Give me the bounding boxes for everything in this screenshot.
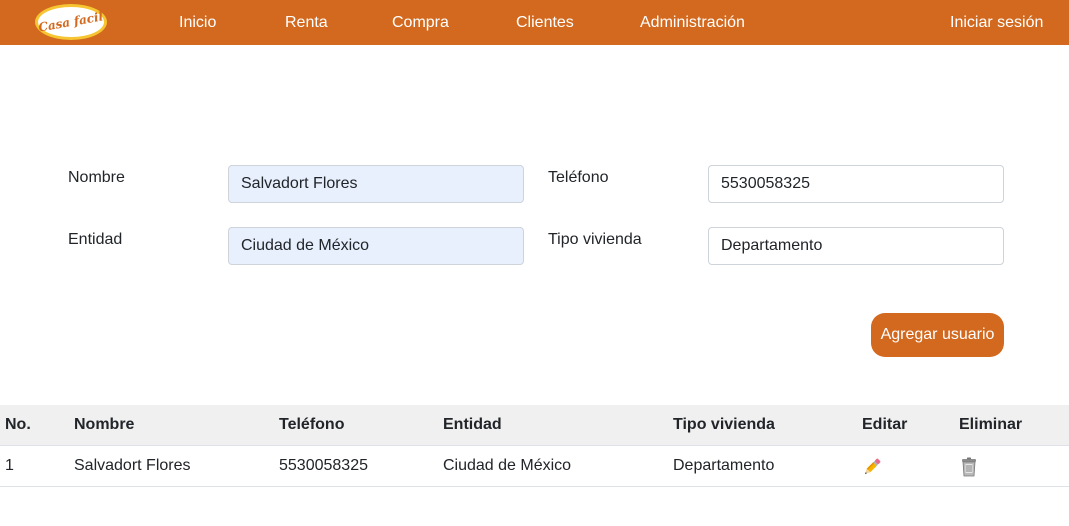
nav-link-renta[interactable]: Renta xyxy=(285,13,328,32)
table-header: No. Nombre Teléfono Entidad Tipo viviend… xyxy=(0,405,1069,446)
cell-nombre: Salvadort Flores xyxy=(74,457,191,474)
header-eliminar: Eliminar xyxy=(959,416,1023,433)
entidad-label: Entidad xyxy=(68,231,123,248)
tipo-vivienda-label: Tipo vivienda xyxy=(548,231,642,248)
navbar: Casa facil Inicio Renta Compra Clientes … xyxy=(0,0,1069,45)
telefono-label: Teléfono xyxy=(548,169,609,186)
cell-no: 1 xyxy=(5,457,14,474)
entidad-input[interactable] xyxy=(228,227,524,265)
nombre-input[interactable] xyxy=(228,165,524,203)
nav-link-clientes[interactable]: Clientes xyxy=(516,13,574,32)
pencil-icon[interactable] xyxy=(861,456,883,478)
cell-tipo-vivienda: Departamento xyxy=(673,457,775,474)
table-row: 1 Salvadort Flores 5530058325 Ciudad de … xyxy=(0,446,1069,487)
cell-telefono: 5530058325 xyxy=(279,457,368,474)
nav-link-compra[interactable]: Compra xyxy=(392,13,449,32)
nav-link-iniciar-sesion[interactable]: Iniciar sesión xyxy=(950,13,1043,32)
cell-entidad: Ciudad de México xyxy=(443,457,572,474)
nav-link-inicio[interactable]: Inicio xyxy=(179,13,216,32)
trash-icon[interactable] xyxy=(958,456,980,478)
telefono-input[interactable] xyxy=(708,165,1004,203)
nombre-label: Nombre xyxy=(68,169,125,186)
logo-text: Casa facil xyxy=(37,9,105,35)
header-nombre: Nombre xyxy=(74,416,135,433)
header-editar: Editar xyxy=(862,416,908,433)
nav-link-administracion[interactable]: Administración xyxy=(640,13,745,32)
header-no: No. xyxy=(5,416,31,433)
header-tipo-vivienda: Tipo vivienda xyxy=(673,416,775,433)
header-entidad: Entidad xyxy=(443,416,502,433)
header-telefono: Teléfono xyxy=(279,416,345,433)
tipo-vivienda-input[interactable] xyxy=(708,227,1004,265)
casa-facil-logo[interactable]: Casa facil xyxy=(35,4,107,40)
agregar-usuario-button[interactable]: Agregar usuario xyxy=(871,313,1004,357)
